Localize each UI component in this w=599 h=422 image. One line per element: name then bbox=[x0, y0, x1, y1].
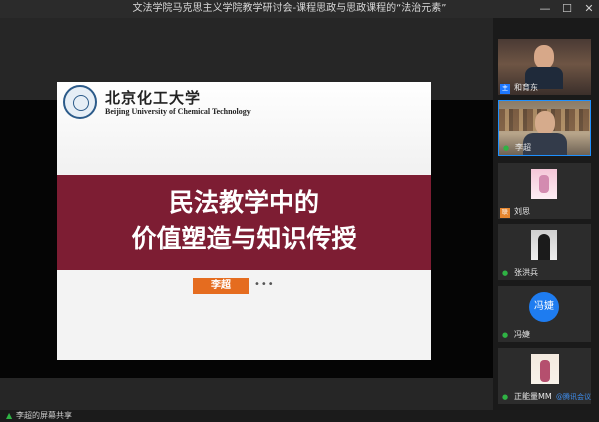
slide-header: 北京化工大学 Beijing University of Chemical Te… bbox=[57, 82, 431, 174]
participant-name: 李超 bbox=[515, 143, 531, 152]
more-dots: ••• bbox=[254, 279, 275, 290]
window-title: 文法学院马克思主义学院教学研讨会-课程思政与思政课程的“法治元素” bbox=[132, 3, 447, 14]
participant-video bbox=[498, 224, 591, 280]
close-button[interactable]: ✕ bbox=[578, 0, 599, 18]
slide-title-line-1: 民法教学中的 bbox=[168, 188, 319, 217]
meeting-window: 文法学院马克思主义学院教学研讨会-课程思政与思政课程的“法治元素” — ☐ ✕ … bbox=[0, 0, 599, 422]
participant-name: 刘思 bbox=[514, 207, 530, 216]
participant-name: 冯婕 bbox=[514, 330, 530, 339]
cohost-badge-icon: 联 bbox=[500, 208, 510, 218]
participant-tile[interactable]: 主 和育东 bbox=[498, 39, 591, 95]
participant-tile[interactable]: 联 刘思 bbox=[498, 163, 591, 219]
minimize-button[interactable]: — bbox=[534, 0, 556, 18]
participant-video bbox=[499, 101, 590, 155]
participant-video bbox=[498, 39, 591, 95]
maximize-button[interactable]: ☐ bbox=[556, 0, 578, 18]
participant-video bbox=[498, 163, 591, 219]
participant-video: 冯婕 bbox=[498, 286, 591, 342]
presenter-tag: 李超 bbox=[193, 278, 249, 294]
host-badge-icon: 主 bbox=[500, 84, 510, 94]
university-name-cn: 北京化工大学 bbox=[105, 89, 202, 107]
participant-tile[interactable]: ● 正能量MM @腾讯会议 bbox=[498, 348, 591, 404]
slide-title: 民法教学中的 价值塑造与知识传授 bbox=[57, 185, 431, 257]
status-bar: ▲ 李超的屏幕共享 bbox=[0, 410, 599, 422]
mic-icon: ● bbox=[502, 393, 509, 401]
participant-name: 正能量MM bbox=[514, 392, 552, 401]
title-bar: 文法学院马克思主义学院教学研讨会-课程思政与思政课程的“法治元素” — ☐ ✕ bbox=[0, 0, 599, 18]
participant-face bbox=[534, 45, 554, 69]
mic-icon: ● bbox=[502, 331, 509, 339]
participant-name: 和育东 bbox=[514, 83, 538, 92]
participant-tile-active[interactable]: ● 李超 bbox=[498, 100, 591, 156]
mic-icon: ● bbox=[503, 144, 510, 152]
university-name-en: Beijing University of Chemical Technolog… bbox=[105, 107, 251, 116]
participant-face bbox=[535, 111, 555, 135]
participants-panel: 主 和育东 ● 李超 联 刘思 ● 张洪兵 冯婕 ● 冯婕 ● 正能量MM @腾… bbox=[493, 18, 599, 410]
participant-avatar-image bbox=[531, 354, 559, 384]
participant-tile[interactable]: ● 张洪兵 bbox=[498, 224, 591, 280]
slide-title-line-2: 价值塑造与知识传授 bbox=[131, 224, 357, 253]
university-seal-icon bbox=[63, 85, 97, 119]
screen-share-label: 李超的屏幕共享 bbox=[16, 411, 72, 420]
participant-name: 张洪兵 bbox=[514, 268, 538, 277]
participant-tile[interactable]: 冯婕 ● 冯婕 bbox=[498, 286, 591, 342]
tencent-meeting-label: @腾讯会议 bbox=[556, 393, 591, 401]
presentation-slide: 北京化工大学 Beijing University of Chemical Te… bbox=[57, 82, 431, 360]
participant-avatar-image bbox=[531, 169, 557, 199]
mic-icon: ● bbox=[502, 269, 509, 277]
participant-avatar: 冯婕 bbox=[529, 292, 559, 322]
screen-share-icon: ▲ bbox=[6, 411, 13, 420]
participant-avatar-image bbox=[531, 230, 557, 260]
